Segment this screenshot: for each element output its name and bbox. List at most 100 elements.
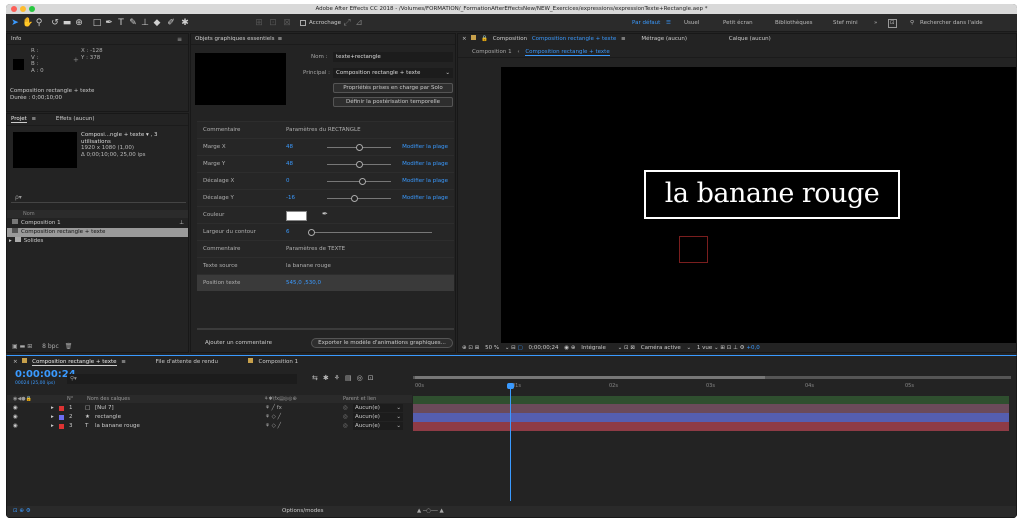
slider-knob[interactable] (359, 178, 366, 185)
add-comment-button[interactable]: Ajouter un commentaire (205, 339, 279, 349)
transparency-icon[interactable]: ⊠ (630, 345, 635, 351)
label-color[interactable] (59, 415, 64, 420)
project-col-name[interactable]: Nom (7, 210, 188, 218)
snap-edges-icon[interactable]: ⊿ (354, 16, 364, 30)
resolution-select[interactable]: Intégrale (581, 345, 606, 351)
edit-range-link[interactable]: Modifier la plage (402, 190, 448, 207)
search-icon[interactable]: ⚲ (910, 18, 914, 28)
expand-icon[interactable]: ▸ (51, 404, 54, 413)
lock-icon[interactable]: 🔒 (481, 36, 488, 42)
eye-icon[interactable]: ◉ (13, 422, 18, 431)
export-template-button[interactable]: Exporter le modèle d'animations graphiqu… (311, 338, 453, 348)
zoom-select[interactable]: 50 % (485, 345, 499, 351)
tab-project-menu-icon[interactable]: ≡ (32, 116, 37, 122)
comp-timecode[interactable]: 0;00;00;24 (528, 345, 558, 351)
panel-menu-icon[interactable]: ≡ (278, 36, 283, 42)
parent-select[interactable]: Aucun(e) ⌄ (353, 413, 403, 421)
roi-icon[interactable]: ⊡ (624, 345, 629, 351)
footer-toggle-icons[interactable]: ⊡ ⊕ ⚙ (13, 506, 31, 517)
puppet-tool-icon[interactable]: ✱ (180, 16, 190, 30)
workspace-usual[interactable]: Usuel (684, 18, 699, 28)
slider-knob[interactable] (308, 229, 315, 236)
margin-y-slider[interactable] (327, 161, 391, 168)
list-item[interactable]: ▸ Solides (7, 237, 188, 246)
stamp-tool-icon[interactable]: ⊥ (140, 16, 150, 30)
composition-viewer[interactable]: la banane rouge (501, 67, 1016, 343)
layer-switches[interactable]: ⚘ ╱ fx (265, 404, 282, 413)
layer-bar-1[interactable] (413, 404, 1009, 413)
workspace-default[interactable]: Par défaut (632, 18, 660, 28)
tab-composition-name[interactable]: Composition rectangle + texte (532, 36, 616, 42)
fit-icon[interactable]: ⊟ (511, 345, 516, 351)
list-item-selected[interactable]: Composition rectangle + texte (7, 228, 188, 237)
parent-pickwhip-icon[interactable]: ◎ (343, 422, 348, 431)
zoom-window-button[interactable] (29, 6, 35, 12)
slider-knob[interactable] (356, 144, 363, 151)
camera-select[interactable]: Caméra active (641, 345, 681, 351)
rotate-tool-icon[interactable]: ↺ (50, 16, 60, 30)
tab-composition-label[interactable]: Composition (493, 36, 527, 42)
poster-time-button[interactable]: Définir la postérisation temporelle (333, 97, 453, 107)
edit-range-link[interactable]: Modifier la plage (402, 139, 448, 156)
margin-x-slider[interactable] (327, 144, 391, 151)
property-row[interactable]: Commentaire Paramètres de TEXTE (197, 240, 454, 257)
eyedropper-icon[interactable]: ✒ (322, 210, 328, 218)
graph-editor-icon[interactable]: ⊡ (368, 374, 379, 382)
rectangle-tool-icon[interactable]: □ (92, 16, 102, 30)
col-parent[interactable]: Parent et lien (343, 395, 376, 403)
safe-area-icon[interactable]: ⊡ (468, 345, 473, 351)
property-row[interactable]: Décalage X 0 Modifier la plage (197, 172, 454, 189)
sync-icon[interactable]: ⊡ (888, 19, 897, 28)
parent-select[interactable]: Aucun(e) ⌄ (353, 422, 403, 430)
property-row[interactable]: Commentaire Paramètres du RECTANGLE (197, 121, 454, 138)
null-layer-outline[interactable] (679, 236, 708, 263)
text-tool-icon[interactable]: T (116, 16, 126, 30)
panel-menu-icon[interactable]: ≡ (121, 359, 126, 365)
layer-bar-3[interactable] (413, 422, 1009, 431)
label-color[interactable] (59, 424, 64, 429)
property-row[interactable]: Couleur ✒ (197, 206, 454, 223)
layout-icon[interactable]: ⊞ (720, 345, 725, 351)
trash-icon[interactable]: 🗑 (65, 343, 73, 350)
name-input[interactable]: texte+rectangle (333, 52, 453, 62)
tab-footage[interactable]: Métrage (aucun) (641, 36, 687, 42)
playhead-handle[interactable] (507, 383, 514, 389)
property-row[interactable]: Largeur du contour 6 (197, 223, 454, 240)
solo-properties-button[interactable]: Propriétés prises en charge par Solo (333, 83, 453, 93)
timeline-search-input[interactable]: ⚲▾ (67, 374, 297, 384)
eye-icon[interactable]: ◉ (13, 413, 18, 422)
crumb-current[interactable]: Composition rectangle + texte (525, 49, 610, 56)
property-row[interactable]: Marge X 48 Modifier la plage (197, 138, 454, 155)
stroke-width-slider[interactable] (308, 229, 432, 236)
col-layer-name[interactable]: Nom des calques (87, 395, 130, 403)
views-select[interactable]: 1 vue (697, 345, 712, 351)
property-row-selected[interactable]: Position texte 545,0 ,530,0 (197, 274, 454, 291)
flowchart-icon[interactable]: ⊥ (733, 345, 738, 351)
options-modes-toggle[interactable]: Options/modes (282, 506, 324, 517)
snap-options-icon[interactable]: ⤢ (342, 16, 352, 30)
comp-mini-flow-icon[interactable]: ⇆ (312, 374, 323, 382)
toggle-icon[interactable]: ⊡ (727, 345, 732, 351)
panel-menu-icon[interactable]: ≡ (621, 36, 626, 42)
panel-menu-icon[interactable]: ≡ (177, 36, 182, 43)
expand-icon[interactable]: ▸ (51, 413, 54, 422)
interpret-icon[interactable]: ▣ (12, 343, 18, 350)
chevron-down-icon[interactable]: ⌄ (714, 345, 719, 351)
bpc-label[interactable]: 8 bpc (42, 343, 59, 350)
minimize-window-button[interactable] (20, 6, 26, 12)
motion-blur-icon[interactable]: ◎ (357, 374, 368, 382)
tab-composition-1[interactable]: Composition 1 (259, 359, 299, 365)
project-search-input[interactable]: ρ▾ (15, 194, 22, 201)
preview-icon[interactable]: ⊕ (462, 345, 467, 351)
text-layer-preview[interactable]: la banane rouge (644, 170, 900, 219)
close-tab-icon[interactable]: × (13, 359, 18, 365)
col-number[interactable]: N° (67, 395, 73, 403)
workspace-libraries[interactable]: Bibliothèques (775, 18, 812, 28)
parent-pickwhip-icon[interactable]: ◎ (343, 404, 348, 413)
property-row[interactable]: Décalage Y -16 Modifier la plage (197, 189, 454, 206)
table-row[interactable]: ◉ ▸ 1 □ [Nul 7] ⚘ ╱ fx ◎ Aucun(e) ⌄ (7, 404, 412, 413)
table-row[interactable]: ◉ ▸ 3 Tla banane rouge ⚘ ◇ ╱ ◎ Aucun(e) ⌄ (7, 422, 412, 431)
tab-render-queue[interactable]: File d'attente de rendu (156, 359, 218, 365)
new-folder-icon[interactable]: ▬ (20, 343, 26, 350)
table-row[interactable]: ◉ ▸ 2 ★ rectangle ⚘ ◇ ╱ ◎ Aucun(e) ⌄ (7, 413, 412, 422)
